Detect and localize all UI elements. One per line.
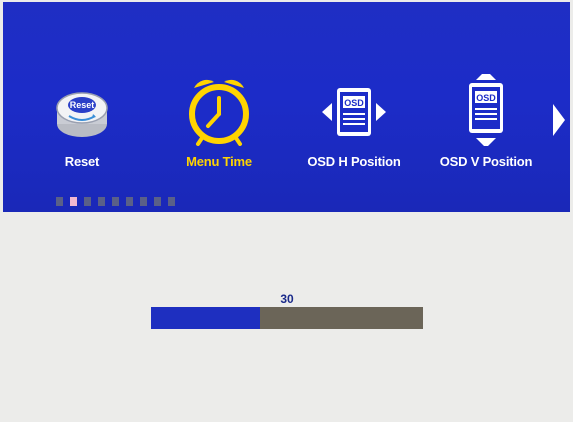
- menu-item-label: Reset: [64, 154, 100, 169]
- menu-item-label: OSD V Position: [439, 154, 533, 169]
- chevron-right-icon[interactable]: [551, 102, 567, 138]
- page-dot: [154, 197, 161, 206]
- osd-vertical-icon: OSD: [469, 74, 503, 146]
- page-dot: [140, 197, 147, 206]
- alarm-clock-icon: [189, 79, 249, 146]
- page-dot: [84, 197, 91, 206]
- osd-horizontal-icon: OSD: [322, 88, 386, 136]
- menu-item-label: Menu Time: [186, 154, 252, 169]
- page-dot: [168, 197, 175, 206]
- page-dot: [112, 197, 119, 206]
- page-dot-active: [70, 197, 77, 206]
- slider-fill: [151, 307, 260, 329]
- menu-item-osd-h-position[interactable]: OSD OSD H Position: [289, 74, 419, 182]
- menu-time-slider[interactable]: [151, 307, 423, 329]
- monitor-screen: Reset Reset Menu Time OSD OSD H Position…: [0, 0, 573, 422]
- menu-item-label: OSD H Position: [307, 154, 401, 169]
- osd-menu-bar: Reset Reset Menu Time OSD OSD H Position…: [3, 2, 570, 212]
- page-dot: [98, 197, 105, 206]
- page-dot: [126, 197, 133, 206]
- menu-item-reset[interactable]: Reset Reset: [17, 74, 147, 182]
- menu-time-value: 30: [280, 292, 294, 306]
- menu-item-menu-time[interactable]: Menu Time: [154, 74, 284, 182]
- reset-icon-text: Reset: [70, 100, 95, 110]
- osd-v-icon-text: OSD: [476, 93, 496, 103]
- osd-h-icon-text: OSD: [344, 98, 364, 108]
- menu-item-osd-v-position[interactable]: OSD OSD V Position: [421, 74, 551, 182]
- page-dot: [56, 197, 63, 206]
- reset-icon: Reset: [56, 92, 108, 137]
- setting-panel: 30: [3, 212, 570, 420]
